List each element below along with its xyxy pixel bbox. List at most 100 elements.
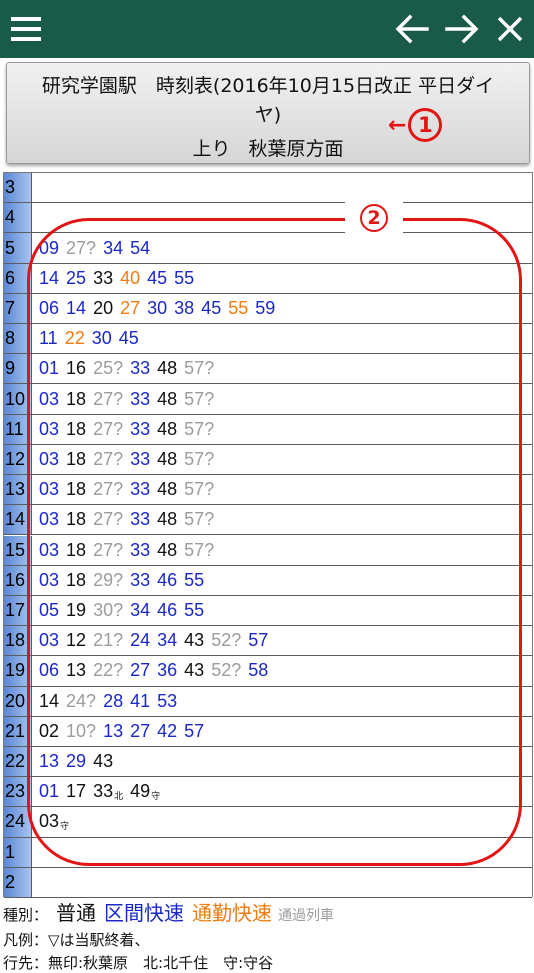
departure-time[interactable]: 33 xyxy=(130,358,150,379)
departure-time[interactable]: 09 xyxy=(39,238,59,259)
departure-time[interactable]: 48 xyxy=(157,358,177,379)
departure-time[interactable]: 27? xyxy=(93,509,123,530)
departure-time[interactable]: 55 xyxy=(174,268,194,289)
departure-time[interactable]: 48 xyxy=(157,449,177,470)
departure-time[interactable]: 33 xyxy=(130,479,150,500)
departure-time[interactable]: 49守 xyxy=(130,781,160,802)
departure-time[interactable]: 43 xyxy=(184,630,204,651)
departure-time[interactable]: 03 xyxy=(39,389,59,410)
departure-time[interactable]: 52? xyxy=(211,660,241,681)
departure-time[interactable]: 34 xyxy=(157,630,177,651)
departure-time[interactable]: 33 xyxy=(130,449,150,470)
departure-time[interactable]: 36 xyxy=(157,660,177,681)
departure-time[interactable]: 27 xyxy=(130,660,150,681)
departure-time[interactable]: 30 xyxy=(92,328,112,349)
departure-time[interactable]: 30 xyxy=(147,298,167,319)
departure-time[interactable]: 11 xyxy=(39,328,58,349)
departure-time[interactable]: 27? xyxy=(93,419,123,440)
departure-time[interactable]: 57? xyxy=(184,479,214,500)
departure-time[interactable]: 19 xyxy=(66,600,86,621)
departure-time[interactable]: 29 xyxy=(66,751,86,772)
departure-time[interactable]: 55 xyxy=(228,298,248,319)
departure-time[interactable]: 34 xyxy=(103,238,123,259)
departure-time[interactable]: 57? xyxy=(184,358,214,379)
departure-time[interactable]: 43 xyxy=(184,660,204,681)
departure-time[interactable]: 03 xyxy=(39,540,59,561)
departure-time[interactable]: 14 xyxy=(39,691,59,712)
departure-time[interactable]: 54 xyxy=(130,238,150,259)
departure-time[interactable]: 28 xyxy=(103,691,123,712)
departure-time[interactable]: 40 xyxy=(120,268,140,289)
menu-button[interactable] xyxy=(4,0,48,58)
departure-time[interactable]: 25 xyxy=(66,268,86,289)
departure-time[interactable]: 27? xyxy=(93,479,123,500)
departure-time[interactable]: 48 xyxy=(157,389,177,410)
departure-time[interactable]: 33 xyxy=(130,509,150,530)
departure-time[interactable]: 29? xyxy=(93,570,123,591)
back-button[interactable] xyxy=(390,0,434,58)
departure-time[interactable]: 55 xyxy=(184,600,204,621)
forward-button[interactable] xyxy=(440,0,484,58)
departure-time[interactable]: 02 xyxy=(39,721,59,742)
departure-time[interactable]: 48 xyxy=(157,540,177,561)
departure-time[interactable]: 33北 xyxy=(93,781,123,802)
departure-time[interactable]: 25? xyxy=(93,358,123,379)
departure-time[interactable]: 53 xyxy=(157,691,177,712)
departure-time[interactable]: 34 xyxy=(130,600,150,621)
departure-time[interactable]: 03 xyxy=(39,570,59,591)
departure-time[interactable]: 48 xyxy=(157,509,177,530)
departure-time[interactable]: 16 xyxy=(66,358,86,379)
departure-time[interactable]: 48 xyxy=(157,419,177,440)
departure-time[interactable]: 10? xyxy=(66,721,96,742)
departure-time[interactable]: 30? xyxy=(93,600,123,621)
departure-time[interactable]: 24 xyxy=(130,630,150,651)
departure-time[interactable]: 18 xyxy=(66,419,86,440)
departure-time[interactable]: 42 xyxy=(157,721,177,742)
departure-time[interactable]: 27 xyxy=(130,721,150,742)
departure-time[interactable]: 24? xyxy=(66,691,96,712)
departure-time[interactable]: 13 xyxy=(66,660,86,681)
departure-time[interactable]: 01 xyxy=(39,358,59,379)
departure-time[interactable]: 18 xyxy=(66,509,86,530)
departure-time[interactable]: 20 xyxy=(93,298,113,319)
departure-time[interactable]: 33 xyxy=(130,389,150,410)
departure-time[interactable]: 57? xyxy=(184,389,214,410)
departure-time[interactable]: 38 xyxy=(174,298,194,319)
departure-time[interactable]: 57? xyxy=(184,419,214,440)
departure-time[interactable]: 13 xyxy=(103,721,123,742)
departure-time[interactable]: 45 xyxy=(201,298,221,319)
departure-time[interactable]: 59 xyxy=(255,298,275,319)
departure-time[interactable]: 18 xyxy=(66,570,86,591)
departure-time[interactable]: 03 xyxy=(39,419,59,440)
departure-time[interactable]: 27? xyxy=(93,389,123,410)
departure-time[interactable]: 46 xyxy=(157,600,177,621)
departure-time[interactable]: 13 xyxy=(39,751,59,772)
departure-time[interactable]: 27 xyxy=(120,298,140,319)
departure-time[interactable]: 22? xyxy=(93,660,123,681)
departure-time[interactable]: 03 xyxy=(39,479,59,500)
departure-time[interactable]: 33 xyxy=(93,268,113,289)
departure-time[interactable]: 43 xyxy=(93,751,113,772)
departure-time[interactable]: 33 xyxy=(130,570,150,591)
departure-time[interactable]: 45 xyxy=(119,328,139,349)
departure-time[interactable]: 21? xyxy=(93,630,123,651)
departure-time[interactable]: 57? xyxy=(184,449,214,470)
departure-time[interactable]: 27? xyxy=(93,540,123,561)
departure-time[interactable]: 03 xyxy=(39,509,59,530)
departure-time[interactable]: 46 xyxy=(157,570,177,591)
departure-time[interactable]: 55 xyxy=(184,570,204,591)
departure-time[interactable]: 18 xyxy=(66,389,86,410)
departure-time[interactable]: 12 xyxy=(66,630,86,651)
departure-time[interactable]: 27? xyxy=(93,449,123,470)
departure-time[interactable]: 18 xyxy=(66,449,86,470)
departure-time[interactable]: 05 xyxy=(39,600,59,621)
departure-time[interactable]: 17 xyxy=(66,781,86,802)
departure-time[interactable]: 27? xyxy=(66,238,96,259)
departure-time[interactable]: 18 xyxy=(66,479,86,500)
departure-time[interactable]: 06 xyxy=(39,298,59,319)
departure-time[interactable]: 14 xyxy=(66,298,86,319)
departure-time[interactable]: 03 xyxy=(39,449,59,470)
departure-time[interactable]: 48 xyxy=(157,479,177,500)
departure-time[interactable]: 01 xyxy=(39,781,59,802)
departure-time[interactable]: 22 xyxy=(65,328,85,349)
